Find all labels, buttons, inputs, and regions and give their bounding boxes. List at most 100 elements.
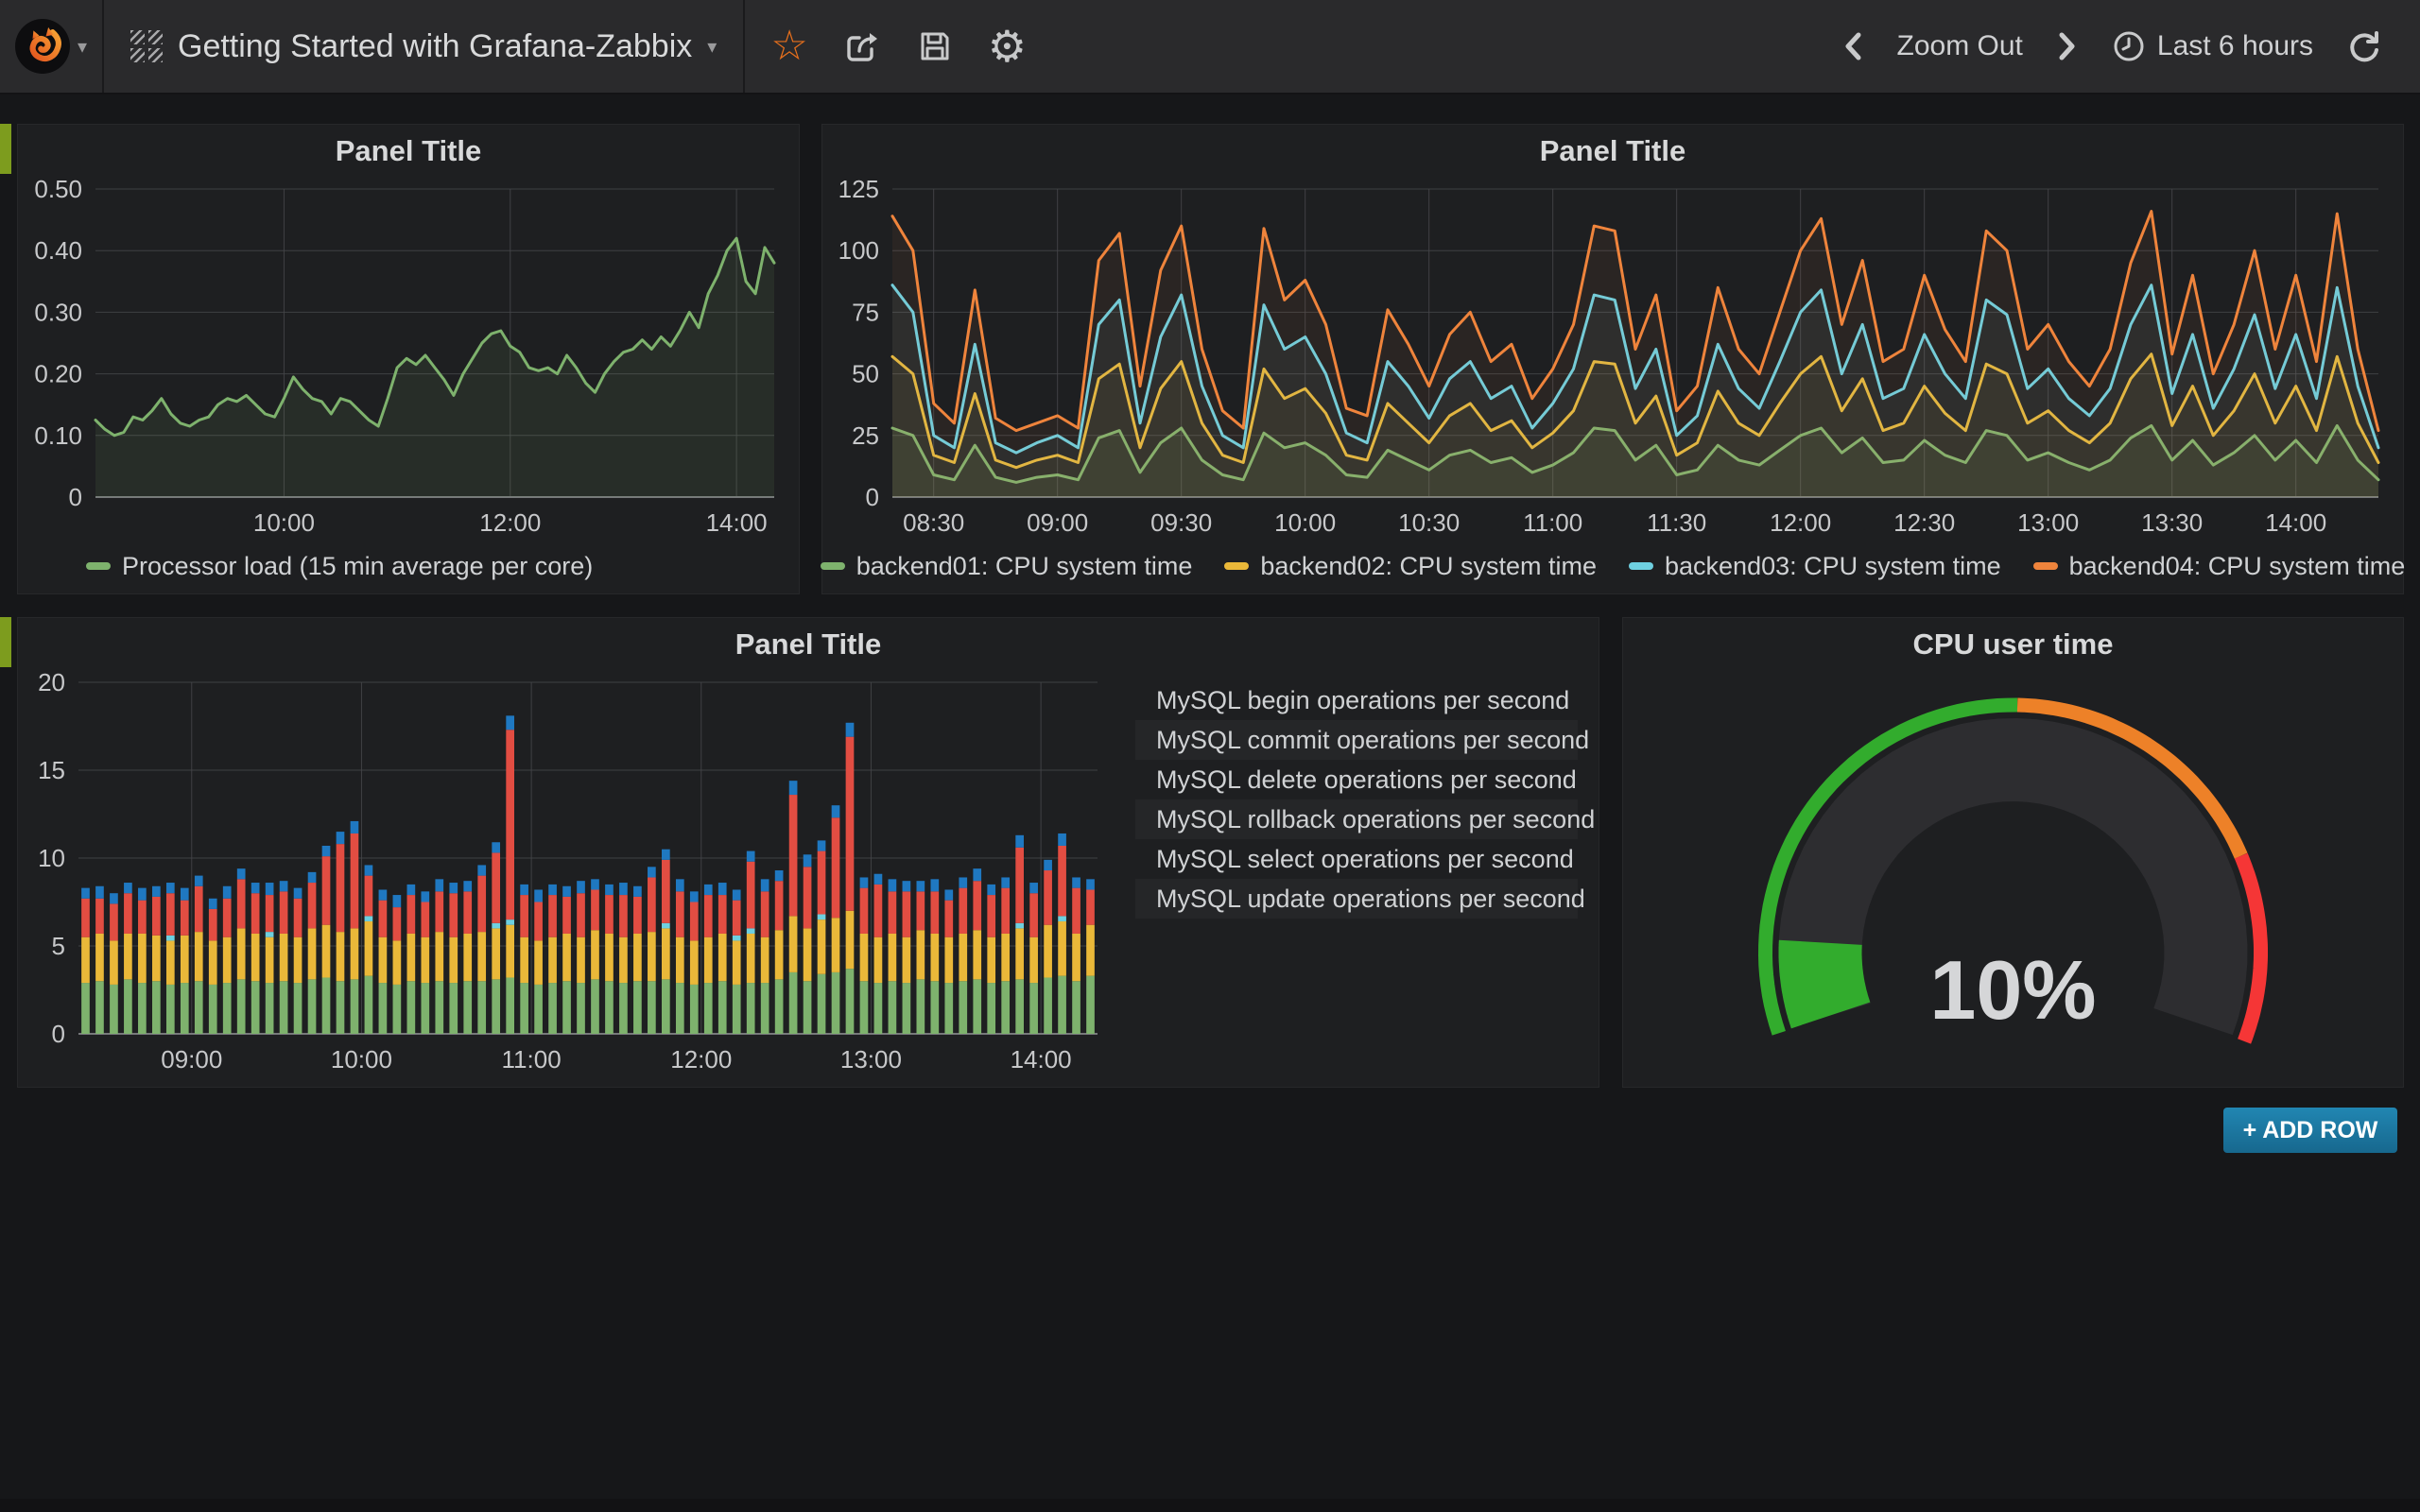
legend-label: MySQL rollback operations per second <box>1156 805 1595 834</box>
legend-item[interactable]: backend02: CPU system time <box>1224 552 1597 581</box>
legend-label: MySQL select operations per second <box>1156 845 1574 874</box>
row-toggle-tab[interactable] <box>0 617 11 667</box>
svg-text:12:00: 12:00 <box>1770 508 1831 537</box>
svg-text:0.20: 0.20 <box>34 360 82 388</box>
legend-item[interactable]: backend03: CPU system time <box>1629 552 2001 581</box>
svg-text:15: 15 <box>38 756 65 784</box>
svg-text:0: 0 <box>866 483 879 511</box>
share-icon <box>840 26 882 67</box>
legend-item[interactable]: backend04: CPU system time <box>2033 552 2406 581</box>
svg-text:20: 20 <box>38 669 65 696</box>
svg-text:14:00: 14:00 <box>706 508 768 537</box>
dashboard-title-button[interactable]: Getting Started with Grafana-Zabbix ▾ <box>104 0 743 93</box>
legend-label: backend01: CPU system time <box>856 552 1193 581</box>
legend-item[interactable]: MySQL select operations per second <box>1135 839 1578 879</box>
time-shift-forward-button[interactable] <box>2043 0 2092 93</box>
star-icon: ☆ <box>770 26 807 67</box>
svg-text:25: 25 <box>852 421 879 450</box>
save-icon <box>914 26 956 67</box>
svg-text:5: 5 <box>52 932 65 960</box>
chevron-down-icon: ▾ <box>78 35 87 59</box>
legend-label: backend04: CPU system time <box>2069 552 2406 581</box>
svg-text:13:30: 13:30 <box>2141 508 2203 537</box>
panel-title[interactable]: Panel Title <box>822 125 2403 176</box>
svg-text:0.50: 0.50 <box>34 176 82 203</box>
row-toggle-tab[interactable] <box>0 124 11 174</box>
add-row-button[interactable]: + ADD ROW <box>2223 1108 2397 1153</box>
svg-text:12:00: 12:00 <box>670 1045 732 1074</box>
legend-label: MySQL delete operations per second <box>1156 765 1577 795</box>
time-range-label: Last 6 hours <box>2157 30 2313 62</box>
cpu-user-time-gauge: 10% <box>1631 669 2395 1079</box>
legend-item[interactable]: Processor load (15 min average per core) <box>86 552 593 581</box>
legend-swatch <box>821 562 845 570</box>
svg-text:10:00: 10:00 <box>253 508 315 537</box>
panel-processor-load: Panel Title 00.100.200.300.400.5010:0012… <box>17 124 800 594</box>
svg-text:0.40: 0.40 <box>34 236 82 265</box>
legend-item[interactable]: MySQL rollback operations per second <box>1135 799 1578 839</box>
navbar-actions: ☆ ⚙ <box>745 0 1052 93</box>
svg-text:100: 100 <box>838 236 879 265</box>
legend-item[interactable]: MySQL update operations per second <box>1135 879 1578 919</box>
legend: backend01: CPU system time backend02: CPU… <box>830 542 2395 590</box>
svg-text:09:00: 09:00 <box>1027 508 1088 537</box>
time-range-button[interactable]: Last 6 hours <box>2100 0 2325 93</box>
zoom-out-label: Zoom Out <box>1897 30 2023 62</box>
svg-text:11:30: 11:30 <box>1647 508 1706 537</box>
legend-swatch <box>1629 562 1653 570</box>
time-shift-back-button[interactable] <box>1828 0 1877 93</box>
gear-icon: ⚙ <box>988 25 1027 68</box>
legend-swatch <box>1224 562 1249 570</box>
zoom-out-button[interactable]: Zoom Out <box>1885 0 2035 93</box>
svg-text:10:30: 10:30 <box>1398 508 1460 537</box>
legend-label: Processor load (15 min average per core) <box>122 552 593 581</box>
mysql-operations-bar-chart[interactable]: 0510152009:0010:0011:0012:0013:0014:00 <box>26 669 1111 1077</box>
legend-item[interactable]: MySQL commit operations per second <box>1135 720 1578 760</box>
processor-load-line-chart[interactable]: 00.100.200.300.400.5010:0012:0014:00 <box>26 176 791 541</box>
svg-text:11:00: 11:00 <box>1523 508 1582 537</box>
svg-text:09:00: 09:00 <box>161 1045 222 1074</box>
svg-text:09:30: 09:30 <box>1150 508 1212 537</box>
legend-label: backend02: CPU system time <box>1260 552 1597 581</box>
gauge-value: 10% <box>1929 943 2096 1037</box>
save-button[interactable] <box>898 0 972 93</box>
legend-label: backend03: CPU system time <box>1665 552 2001 581</box>
legend-item[interactable]: MySQL delete operations per second <box>1135 760 1578 799</box>
svg-text:0: 0 <box>52 1020 65 1048</box>
svg-text:11:00: 11:00 <box>502 1045 562 1074</box>
svg-text:14:00: 14:00 <box>1011 1045 1072 1074</box>
legend-swatch <box>86 562 111 570</box>
share-button[interactable] <box>824 0 898 93</box>
panel-mysql-operations: Panel Title 0 5 10 15 20 09:00 10:00 11:00 12:00… <box>17 617 1599 1088</box>
dashboard-grid-icon <box>130 30 163 62</box>
panel-title[interactable]: Panel Title <box>18 125 799 176</box>
legend-label: MySQL commit operations per second <box>1156 726 1589 755</box>
svg-text:10:00: 10:00 <box>331 1045 392 1074</box>
svg-text:50: 50 <box>852 360 879 388</box>
svg-text:10:00: 10:00 <box>1274 508 1336 537</box>
panel-title[interactable]: CPU user time <box>1623 618 2403 669</box>
top-navbar: ▾ Getting Started with Grafana-Zabbix ▾ … <box>0 0 2420 94</box>
grafana-menu-button[interactable]: ▾ <box>0 0 102 93</box>
refresh-button[interactable] <box>2333 0 2395 93</box>
time-controls: Zoom Out Last 6 hours <box>1828 0 2420 93</box>
legend-item[interactable]: MySQL begin operations per second <box>1135 680 1578 720</box>
svg-text:13:00: 13:00 <box>2017 508 2079 537</box>
legend-label: MySQL begin operations per second <box>1156 686 1569 715</box>
svg-text:14:00: 14:00 <box>2265 508 2326 537</box>
svg-text:12:00: 12:00 <box>479 508 541 537</box>
panel-cpu-user-time: CPU user time 10% <box>1622 617 2404 1088</box>
svg-text:10: 10 <box>38 844 65 872</box>
star-button[interactable]: ☆ <box>754 0 823 93</box>
chevron-left-icon <box>1841 29 1865 63</box>
svg-text:0.10: 0.10 <box>34 421 82 450</box>
panel-title[interactable]: Panel Title <box>18 618 1599 669</box>
legend-swatch <box>2033 562 2058 570</box>
legend: Processor load (15 min average per core) <box>26 542 791 590</box>
dashboard-title: Getting Started with Grafana-Zabbix <box>178 28 692 65</box>
legend-label: MySQL update operations per second <box>1156 885 1585 914</box>
cpu-system-time-line-chart[interactable]: 025507510012508:3009:0009:3010:0010:3011… <box>830 176 2395 541</box>
settings-button[interactable]: ⚙ <box>972 0 1043 93</box>
clock-icon <box>2112 29 2146 63</box>
legend-item[interactable]: backend01: CPU system time <box>821 552 1193 581</box>
